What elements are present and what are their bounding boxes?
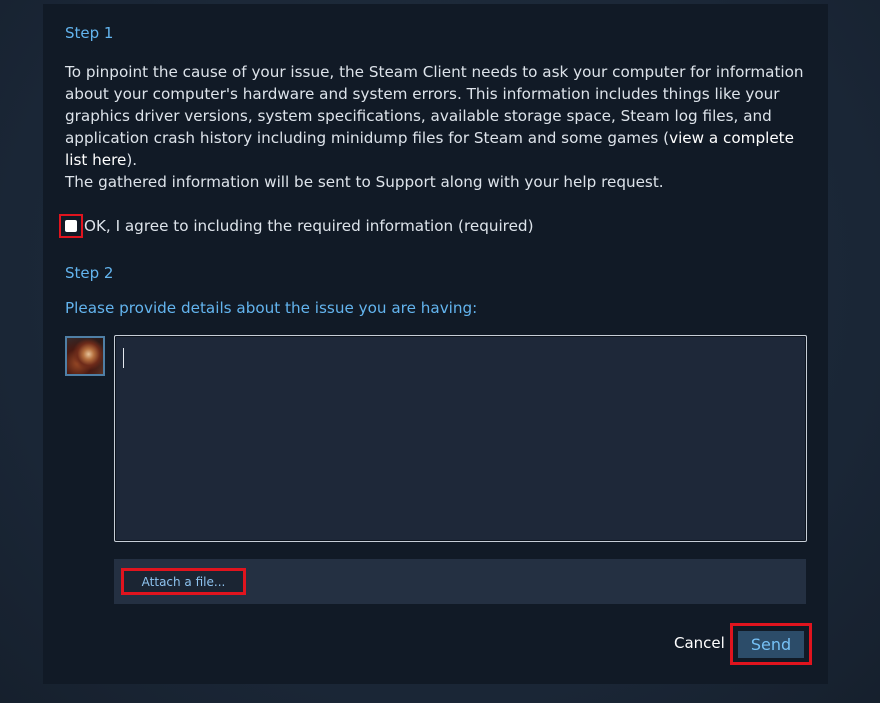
attachment-bar: Attach a file... [114, 559, 806, 604]
send-button[interactable]: Send [738, 630, 804, 658]
agree-checkbox-row[interactable]: OK, I agree to including the required in… [59, 213, 534, 239]
user-avatar [65, 336, 105, 376]
text-caret [123, 348, 124, 368]
issue-details-textarea[interactable] [114, 335, 807, 542]
gathered-info-text: The gathered information will be sent to… [65, 173, 664, 191]
checkbox-square-icon [65, 220, 77, 232]
send-button-highlight: Send [730, 623, 812, 665]
step-1-heading: Step 1 [65, 24, 114, 42]
details-prompt: Please provide details about the issue y… [65, 299, 478, 317]
cancel-button[interactable]: Cancel [674, 634, 725, 652]
agree-checkbox-label[interactable]: OK, I agree to including the required in… [84, 217, 534, 235]
attach-file-button[interactable]: Attach a file... [121, 568, 246, 595]
step-2-heading: Step 2 [65, 264, 114, 282]
agree-checkbox[interactable] [59, 214, 83, 238]
support-request-panel: Step 1 To pinpoint the cause of your iss… [43, 4, 828, 684]
diagnostics-explanation: To pinpoint the cause of your issue, the… [65, 61, 815, 171]
diagnostics-explanation-close: ). [126, 151, 138, 169]
